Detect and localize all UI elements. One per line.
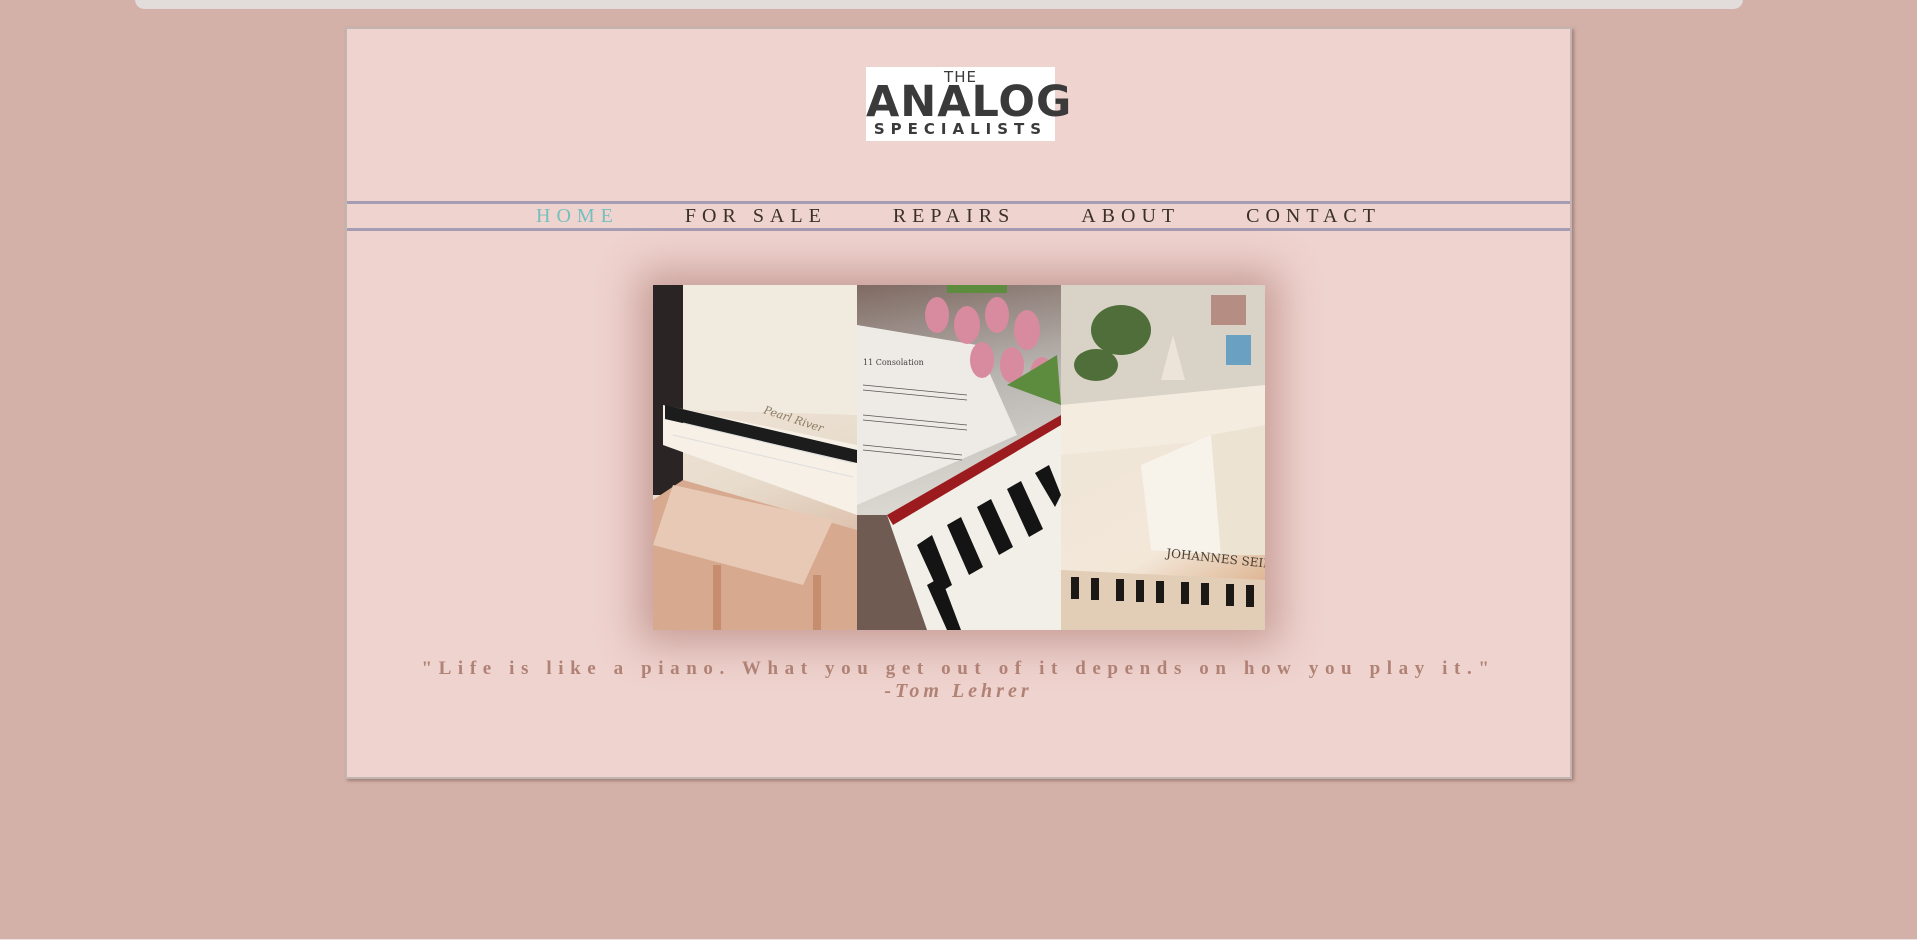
sheet-title: 11 Consolation xyxy=(863,358,924,367)
nav-for-sale[interactable]: FOR SALE xyxy=(685,204,827,228)
piano-gallery: Pearl River 11 Consolation JOHANNES SEIL… xyxy=(653,285,1265,630)
nav-about[interactable]: ABOUT xyxy=(1081,204,1180,228)
logo-main: ANALOG xyxy=(866,77,1073,127)
gallery-photo-grand-piano: JOHANNES SEILER xyxy=(1061,285,1265,630)
upright-piano-image: Pearl River xyxy=(653,285,857,630)
logo-sub: SPECIALISTS xyxy=(873,120,1048,138)
page-container: THE ANALOG SPECIALISTS HOME FOR SALE REP… xyxy=(345,27,1572,779)
quote-block: "Life is like a piano. What you get out … xyxy=(347,658,1570,702)
browser-top-bar xyxy=(135,0,1743,9)
main-nav: HOME FOR SALE REPAIRS ABOUT CONTACT xyxy=(347,201,1570,231)
nav-contact[interactable]: CONTACT xyxy=(1246,204,1381,228)
quote-text: "Life is like a piano. What you get out … xyxy=(421,658,1496,679)
grand-piano-image: JOHANNES SEILER xyxy=(1061,285,1265,630)
nav-repairs[interactable]: REPAIRS xyxy=(893,204,1015,228)
quote-author: -Tom Lehrer xyxy=(884,680,1033,702)
gallery-photo-tulips-keys: 11 Consolation xyxy=(857,285,1061,630)
tulips-keys-image: 11 Consolation xyxy=(857,285,1061,630)
nav-home[interactable]: HOME xyxy=(536,204,619,228)
gallery-photo-upright-piano: Pearl River xyxy=(653,285,857,630)
site-logo[interactable]: THE ANALOG SPECIALISTS xyxy=(866,67,1073,141)
